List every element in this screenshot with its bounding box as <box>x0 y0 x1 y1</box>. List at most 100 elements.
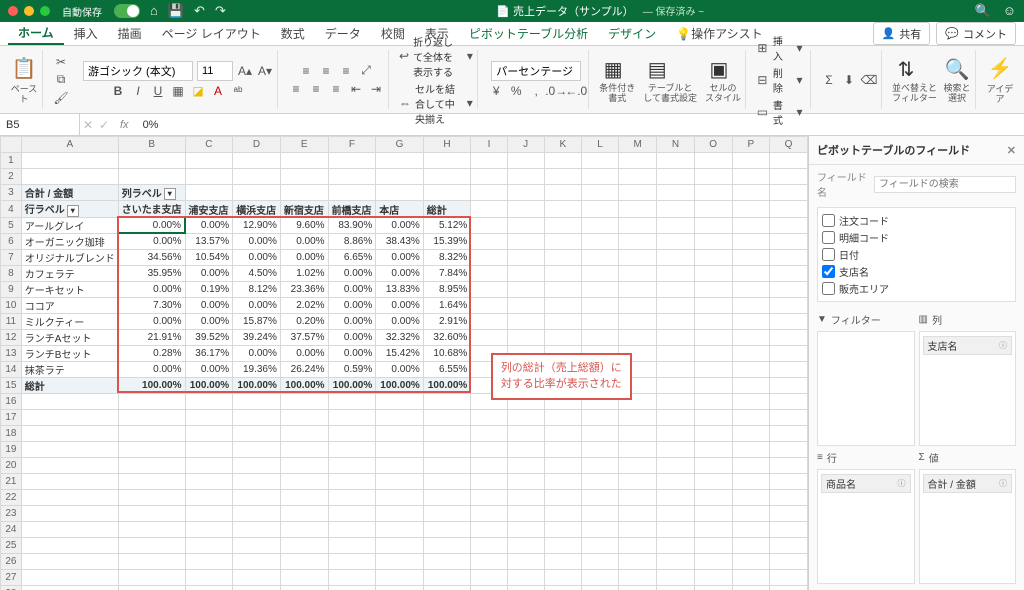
cell[interactable]: 0.00% <box>328 313 376 329</box>
row-header[interactable]: 25 <box>1 537 22 553</box>
cell[interactable] <box>770 313 808 329</box>
cell[interactable] <box>471 297 507 313</box>
cell[interactable]: 0.00% <box>118 217 185 233</box>
format-cells-icon[interactable]: ▭ <box>756 104 769 120</box>
cell[interactable] <box>471 169 507 185</box>
cell-styles-icon[interactable]: ▣ <box>705 56 733 84</box>
cell[interactable]: 6.65% <box>328 249 376 265</box>
cell[interactable] <box>185 553 233 569</box>
row-header[interactable]: 3 <box>1 185 22 201</box>
cell[interactable] <box>280 553 328 569</box>
cell[interactable] <box>582 281 619 297</box>
field-checkbox[interactable] <box>822 231 835 244</box>
cell[interactable]: 0.19% <box>185 281 233 297</box>
chevron-down-icon[interactable]: ▾ <box>467 48 474 64</box>
cell[interactable] <box>544 489 581 505</box>
field-list-item[interactable]: 販売エリア <box>822 280 1011 297</box>
cell[interactable] <box>376 489 424 505</box>
cell[interactable] <box>770 377 808 393</box>
align-bottom-icon[interactable]: ≡ <box>338 63 354 79</box>
cell[interactable] <box>118 569 185 585</box>
cell[interactable] <box>328 537 376 553</box>
cell[interactable] <box>694 521 732 537</box>
row-header[interactable]: 28 <box>1 585 22 590</box>
cell[interactable] <box>280 585 328 590</box>
cell[interactable] <box>619 329 657 345</box>
cell[interactable] <box>507 457 544 473</box>
decrease-decimal-icon[interactable]: ←.0 <box>568 83 584 99</box>
cell[interactable] <box>732 233 769 249</box>
cell[interactable]: 0.00% <box>233 345 281 361</box>
cell[interactable] <box>507 537 544 553</box>
merge-center-icon[interactable]: ⇔ <box>399 95 411 111</box>
cell[interactable] <box>694 569 732 585</box>
cell[interactable]: 1.02% <box>280 265 328 281</box>
cell[interactable]: ミルクティー <box>21 313 118 329</box>
cell[interactable] <box>376 537 424 553</box>
cell[interactable]: 26.24% <box>280 361 328 377</box>
cell[interactable] <box>770 265 808 281</box>
cell[interactable] <box>694 201 732 218</box>
cell[interactable] <box>657 585 695 590</box>
cell[interactable]: 0.28% <box>118 345 185 361</box>
row-header[interactable]: 12 <box>1 329 22 345</box>
row-header[interactable]: 7 <box>1 249 22 265</box>
cell[interactable] <box>328 425 376 441</box>
column-header[interactable]: P <box>732 137 769 153</box>
find-select-icon[interactable]: 🔍 <box>943 56 971 84</box>
cell[interactable] <box>619 425 657 441</box>
cell[interactable] <box>544 185 581 201</box>
cell[interactable] <box>507 553 544 569</box>
cell[interactable]: アールグレイ <box>21 217 118 233</box>
cell[interactable] <box>619 297 657 313</box>
cell[interactable] <box>770 521 808 537</box>
cell[interactable] <box>619 569 657 585</box>
cell[interactable] <box>770 569 808 585</box>
cell[interactable] <box>471 521 507 537</box>
cell[interactable]: 0.20% <box>280 313 328 329</box>
insert-cells-icon[interactable]: ⊞ <box>756 40 769 56</box>
cell[interactable] <box>619 153 657 169</box>
cell[interactable]: 0.00% <box>185 361 233 377</box>
border-icon[interactable]: ▦ <box>170 83 186 99</box>
increase-font-icon[interactable]: A▴ <box>237 63 253 79</box>
column-header[interactable]: A <box>21 137 118 153</box>
cell[interactable]: 0.00% <box>376 265 424 281</box>
filter-drop-area[interactable] <box>817 331 915 446</box>
align-top-icon[interactable]: ≡ <box>298 63 314 79</box>
cell[interactable]: 32.60% <box>423 329 471 345</box>
cell[interactable] <box>694 265 732 281</box>
cell[interactable]: 32.32% <box>376 329 424 345</box>
cell[interactable] <box>328 457 376 473</box>
cell[interactable] <box>544 281 581 297</box>
cell[interactable] <box>657 297 695 313</box>
cell[interactable] <box>233 441 281 457</box>
cell[interactable] <box>619 217 657 233</box>
row-field-chip[interactable]: 商品名ⓘ <box>821 474 911 493</box>
spreadsheet-grid[interactable]: ABCDEFGHIJKLMNOPQ123合計 / 金額列ラベル▾4行ラベル▾さい… <box>0 136 808 590</box>
cell[interactable] <box>118 473 185 489</box>
cell[interactable]: 列ラベル▾ <box>118 185 185 201</box>
cell[interactable] <box>657 393 695 409</box>
italic-icon[interactable]: I <box>130 83 146 99</box>
fill-icon[interactable]: ⬇ <box>841 72 857 88</box>
row-header[interactable]: 16 <box>1 393 22 409</box>
cell[interactable] <box>423 169 471 185</box>
cell[interactable] <box>770 553 808 569</box>
cell[interactable] <box>694 377 732 393</box>
cell[interactable] <box>118 409 185 425</box>
cell[interactable]: 0.00% <box>328 329 376 345</box>
cell[interactable]: 0.00% <box>328 297 376 313</box>
cell[interactable] <box>507 329 544 345</box>
cell[interactable] <box>21 505 118 521</box>
cell[interactable] <box>657 233 695 249</box>
column-header[interactable]: C <box>185 137 233 153</box>
cell[interactable] <box>544 249 581 265</box>
cell[interactable] <box>619 281 657 297</box>
cell[interactable] <box>21 521 118 537</box>
cell[interactable] <box>657 249 695 265</box>
indent-dec-icon[interactable]: ⇤ <box>348 81 364 97</box>
cell[interactable] <box>544 169 581 185</box>
chevron-down-icon[interactable]: ▾ <box>466 95 473 111</box>
cell[interactable] <box>185 537 233 553</box>
